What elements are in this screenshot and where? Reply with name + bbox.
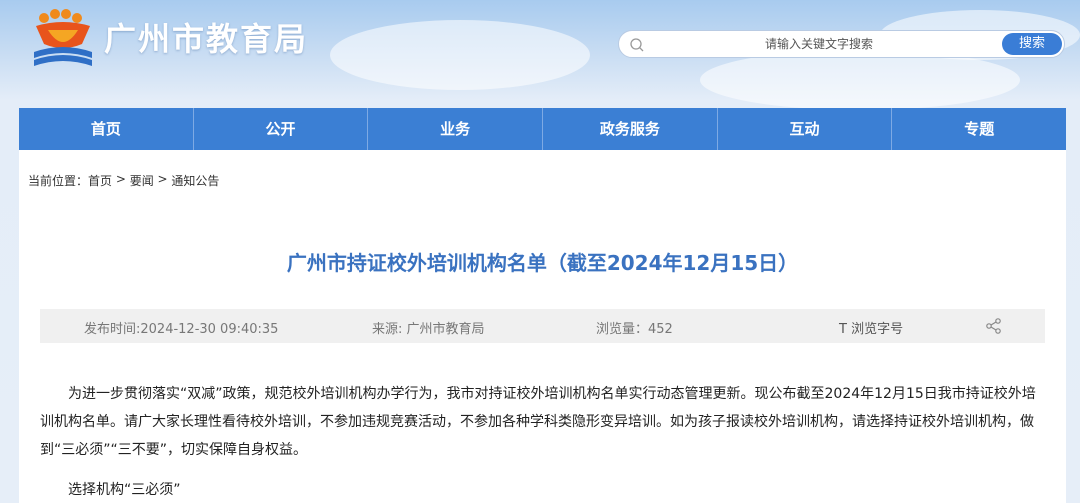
breadcrumb-item-news[interactable]: 要闻 bbox=[130, 172, 154, 189]
nav-item-government-services[interactable]: 政务服务 bbox=[543, 108, 718, 150]
share-icon[interactable] bbox=[985, 317, 1003, 335]
article-body: 为进一步贯彻落实“双减”政策，规范校外培训机构办学行为，我市对持证校外培训机构名… bbox=[40, 380, 1045, 503]
breadcrumb-item-notices[interactable]: 通知公告 bbox=[171, 172, 219, 189]
search-icon bbox=[630, 38, 644, 52]
main-content: 当前位置： 首页 > 要闻 > 通知公告 广州市持证校外培训机构名单（截至202… bbox=[19, 150, 1066, 503]
nav-item-home[interactable]: 首页 bbox=[19, 108, 194, 150]
article-title: 广州市持证校外培训机构名单（截至2024年12月15日） bbox=[286, 251, 799, 275]
search-button[interactable]: 搜索 bbox=[1002, 33, 1062, 55]
breadcrumb-separator: > bbox=[112, 172, 130, 186]
site-title[interactable]: 广州市教育局 bbox=[104, 14, 308, 60]
search-input[interactable] bbox=[649, 34, 989, 54]
article-paragraph: 为进一步贯彻落实“双减”政策，规范校外培训机构办学行为，我市对持证校外培训机构名… bbox=[40, 386, 1036, 458]
site-header: 广州市教育局 搜索 bbox=[0, 0, 1080, 108]
main-nav: 首页 公开 业务 政务服务 互动 专题 bbox=[19, 108, 1066, 150]
logo-emblem-icon[interactable] bbox=[28, 8, 98, 70]
article-source: 来源: 广州市教育局 bbox=[372, 322, 485, 337]
breadcrumb-separator: > bbox=[153, 172, 172, 186]
breadcrumb-item-home[interactable]: 首页 bbox=[88, 172, 112, 189]
nav-item-interaction[interactable]: 互动 bbox=[718, 108, 893, 150]
nav-item-topics[interactable]: 专题 bbox=[892, 108, 1066, 150]
publish-time: 发布时间:2024-12-30 09:40:35 bbox=[84, 322, 279, 337]
font-size-control[interactable]: T 浏览字号 bbox=[839, 318, 903, 337]
article-paragraph: 选择机构“三必须” bbox=[68, 482, 181, 498]
article-meta-bar: 发布时间:2024-12-30 09:40:35 来源: 广州市教育局 浏览量：… bbox=[40, 309, 1045, 343]
view-count: 浏览量：452 bbox=[596, 322, 673, 337]
breadcrumb: 当前位置： 首页 > 要闻 > 通知公告 bbox=[28, 172, 219, 189]
search-bar: 搜索 bbox=[618, 30, 1065, 58]
nav-item-business[interactable]: 业务 bbox=[368, 108, 544, 150]
nav-item-public[interactable]: 公开 bbox=[194, 108, 369, 150]
breadcrumb-prefix: 当前位置： bbox=[28, 174, 89, 188]
